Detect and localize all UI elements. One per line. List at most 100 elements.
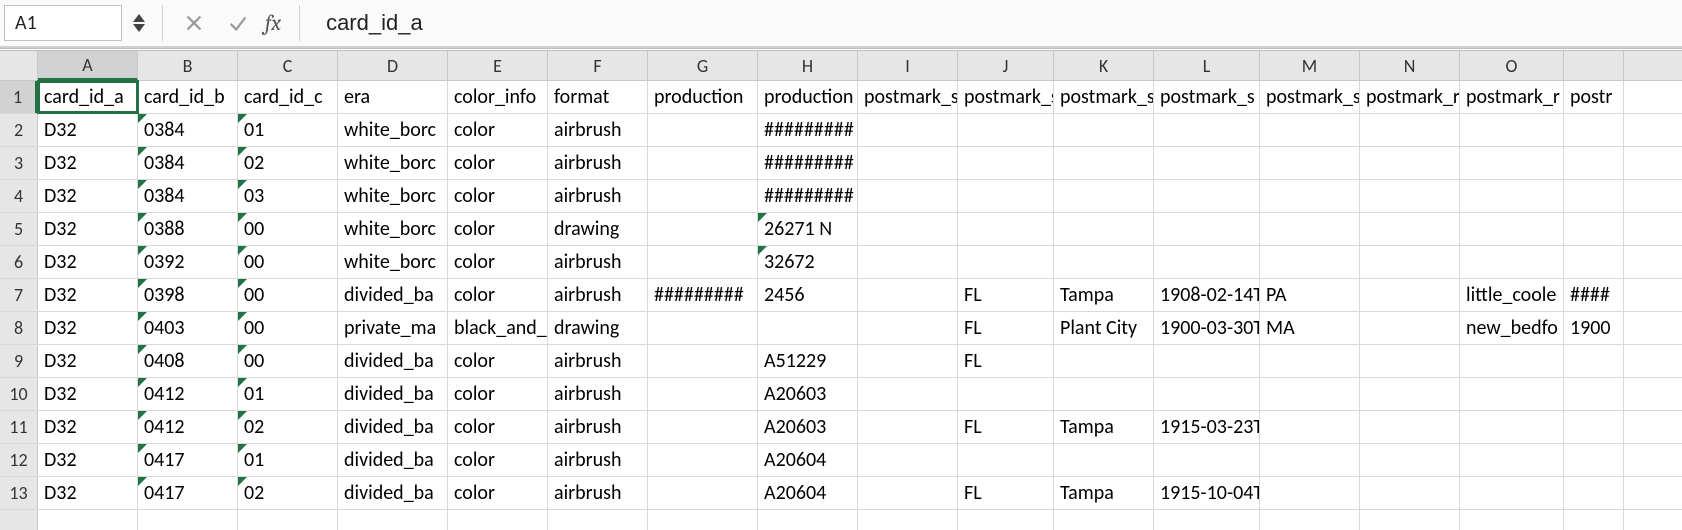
cell[interactable]	[858, 510, 958, 530]
cell[interactable]: airbrush	[548, 180, 648, 212]
cell[interactable]	[1360, 378, 1460, 410]
cell[interactable]: D32	[38, 378, 138, 410]
cell[interactable]	[958, 114, 1054, 146]
cell[interactable]: FL	[958, 312, 1054, 344]
fx-label[interactable]: fx	[263, 10, 287, 36]
cell[interactable]	[858, 477, 958, 509]
cell[interactable]	[648, 477, 758, 509]
cell[interactable]	[1564, 378, 1624, 410]
cell[interactable]: white_borc	[338, 246, 448, 278]
cell[interactable]: airbrush	[548, 378, 648, 410]
cell[interactable]	[1260, 114, 1360, 146]
row-header[interactable]: 9	[0, 345, 38, 377]
row-header[interactable]: 8	[0, 312, 38, 344]
cell[interactable]	[1054, 345, 1154, 377]
cell[interactable]: 0412	[138, 411, 238, 443]
cell[interactable]	[1154, 345, 1260, 377]
cell[interactable]: postmark_s	[1260, 81, 1360, 113]
cell[interactable]	[858, 246, 958, 278]
cell[interactable]	[648, 411, 758, 443]
cell[interactable]: ####	[1564, 279, 1624, 311]
cell[interactable]	[858, 444, 958, 476]
cell[interactable]	[1564, 114, 1624, 146]
column-header[interactable]: K	[1054, 51, 1154, 80]
cell[interactable]	[958, 180, 1054, 212]
cell[interactable]: airbrush	[548, 279, 648, 311]
cell[interactable]: airbrush	[548, 114, 648, 146]
row-header[interactable]: 5	[0, 213, 38, 245]
cell[interactable]: divided_ba	[338, 345, 448, 377]
cell[interactable]: A51229	[758, 345, 858, 377]
select-all-corner[interactable]	[0, 51, 38, 80]
cell[interactable]	[1154, 114, 1260, 146]
cell[interactable]: D32	[38, 312, 138, 344]
cell[interactable]: 1908-02-14T19:30:00	[1154, 279, 1260, 311]
cell[interactable]	[338, 510, 448, 530]
cell[interactable]	[958, 147, 1054, 179]
cell[interactable]	[1564, 510, 1624, 530]
cell[interactable]: 01	[238, 444, 338, 476]
cell[interactable]: D32	[38, 345, 138, 377]
cell[interactable]: 0398	[138, 279, 238, 311]
cell[interactable]: 00	[238, 246, 338, 278]
cell[interactable]	[1260, 444, 1360, 476]
cell[interactable]	[1054, 213, 1154, 245]
cell[interactable]	[1154, 510, 1260, 530]
spreadsheet-grid[interactable]: A B C D E F G H I J K L M N O 1card_id_a…	[0, 48, 1682, 530]
cell[interactable]: divided_ba	[338, 378, 448, 410]
cell[interactable]: FL	[958, 279, 1054, 311]
cell[interactable]	[648, 114, 758, 146]
cell[interactable]: production	[648, 81, 758, 113]
cell[interactable]: divided_ba	[338, 411, 448, 443]
cell[interactable]	[858, 411, 958, 443]
cell[interactable]: card_id_c	[238, 81, 338, 113]
cell[interactable]	[648, 444, 758, 476]
cell[interactable]: 00	[238, 279, 338, 311]
cell[interactable]: new_bedfo	[1460, 312, 1564, 344]
name-box-stepper[interactable]	[128, 5, 150, 41]
cell[interactable]: white_borc	[338, 180, 448, 212]
cell[interactable]: black_and_	[448, 312, 548, 344]
cell[interactable]	[1154, 147, 1260, 179]
column-header[interactable]: G	[648, 51, 758, 80]
cell[interactable]	[858, 147, 958, 179]
cell[interactable]	[1260, 411, 1360, 443]
cell[interactable]: drawing	[548, 213, 648, 245]
cell[interactable]: FL	[958, 477, 1054, 509]
name-box[interactable]: A1	[4, 5, 122, 41]
cell[interactable]	[448, 510, 548, 530]
cell[interactable]: airbrush	[548, 147, 648, 179]
formula-input[interactable]	[312, 5, 1678, 41]
cell[interactable]: 0384	[138, 114, 238, 146]
cell[interactable]	[1154, 444, 1260, 476]
cell[interactable]	[1260, 213, 1360, 245]
cell[interactable]	[1460, 378, 1564, 410]
cell[interactable]: white_borc	[338, 114, 448, 146]
cell[interactable]: 02	[238, 477, 338, 509]
cell[interactable]: airbrush	[548, 246, 648, 278]
column-header[interactable]: O	[1460, 51, 1564, 80]
row-header[interactable]: 11	[0, 411, 38, 443]
cell[interactable]: A20603	[758, 411, 858, 443]
cell[interactable]	[38, 510, 138, 530]
cell[interactable]: 00	[238, 345, 338, 377]
cell[interactable]: D32	[38, 477, 138, 509]
cell[interactable]: white_borc	[338, 147, 448, 179]
cell[interactable]: white_borc	[338, 213, 448, 245]
cell[interactable]: 1915-03-23T14:00:00	[1154, 411, 1260, 443]
cell[interactable]: little_coole	[1460, 279, 1564, 311]
cell[interactable]	[1564, 477, 1624, 509]
cell[interactable]: 00	[238, 213, 338, 245]
cell[interactable]	[648, 246, 758, 278]
cell[interactable]	[1564, 180, 1624, 212]
column-header[interactable]: D	[338, 51, 448, 80]
cell[interactable]	[1360, 180, 1460, 212]
cell[interactable]: color	[448, 378, 548, 410]
cell[interactable]: 00	[238, 312, 338, 344]
cell[interactable]: color	[448, 411, 548, 443]
cell[interactable]	[1360, 345, 1460, 377]
cell[interactable]: era	[338, 81, 448, 113]
cell[interactable]: 2456	[758, 279, 858, 311]
cell[interactable]	[1460, 510, 1564, 530]
cell[interactable]	[1260, 246, 1360, 278]
